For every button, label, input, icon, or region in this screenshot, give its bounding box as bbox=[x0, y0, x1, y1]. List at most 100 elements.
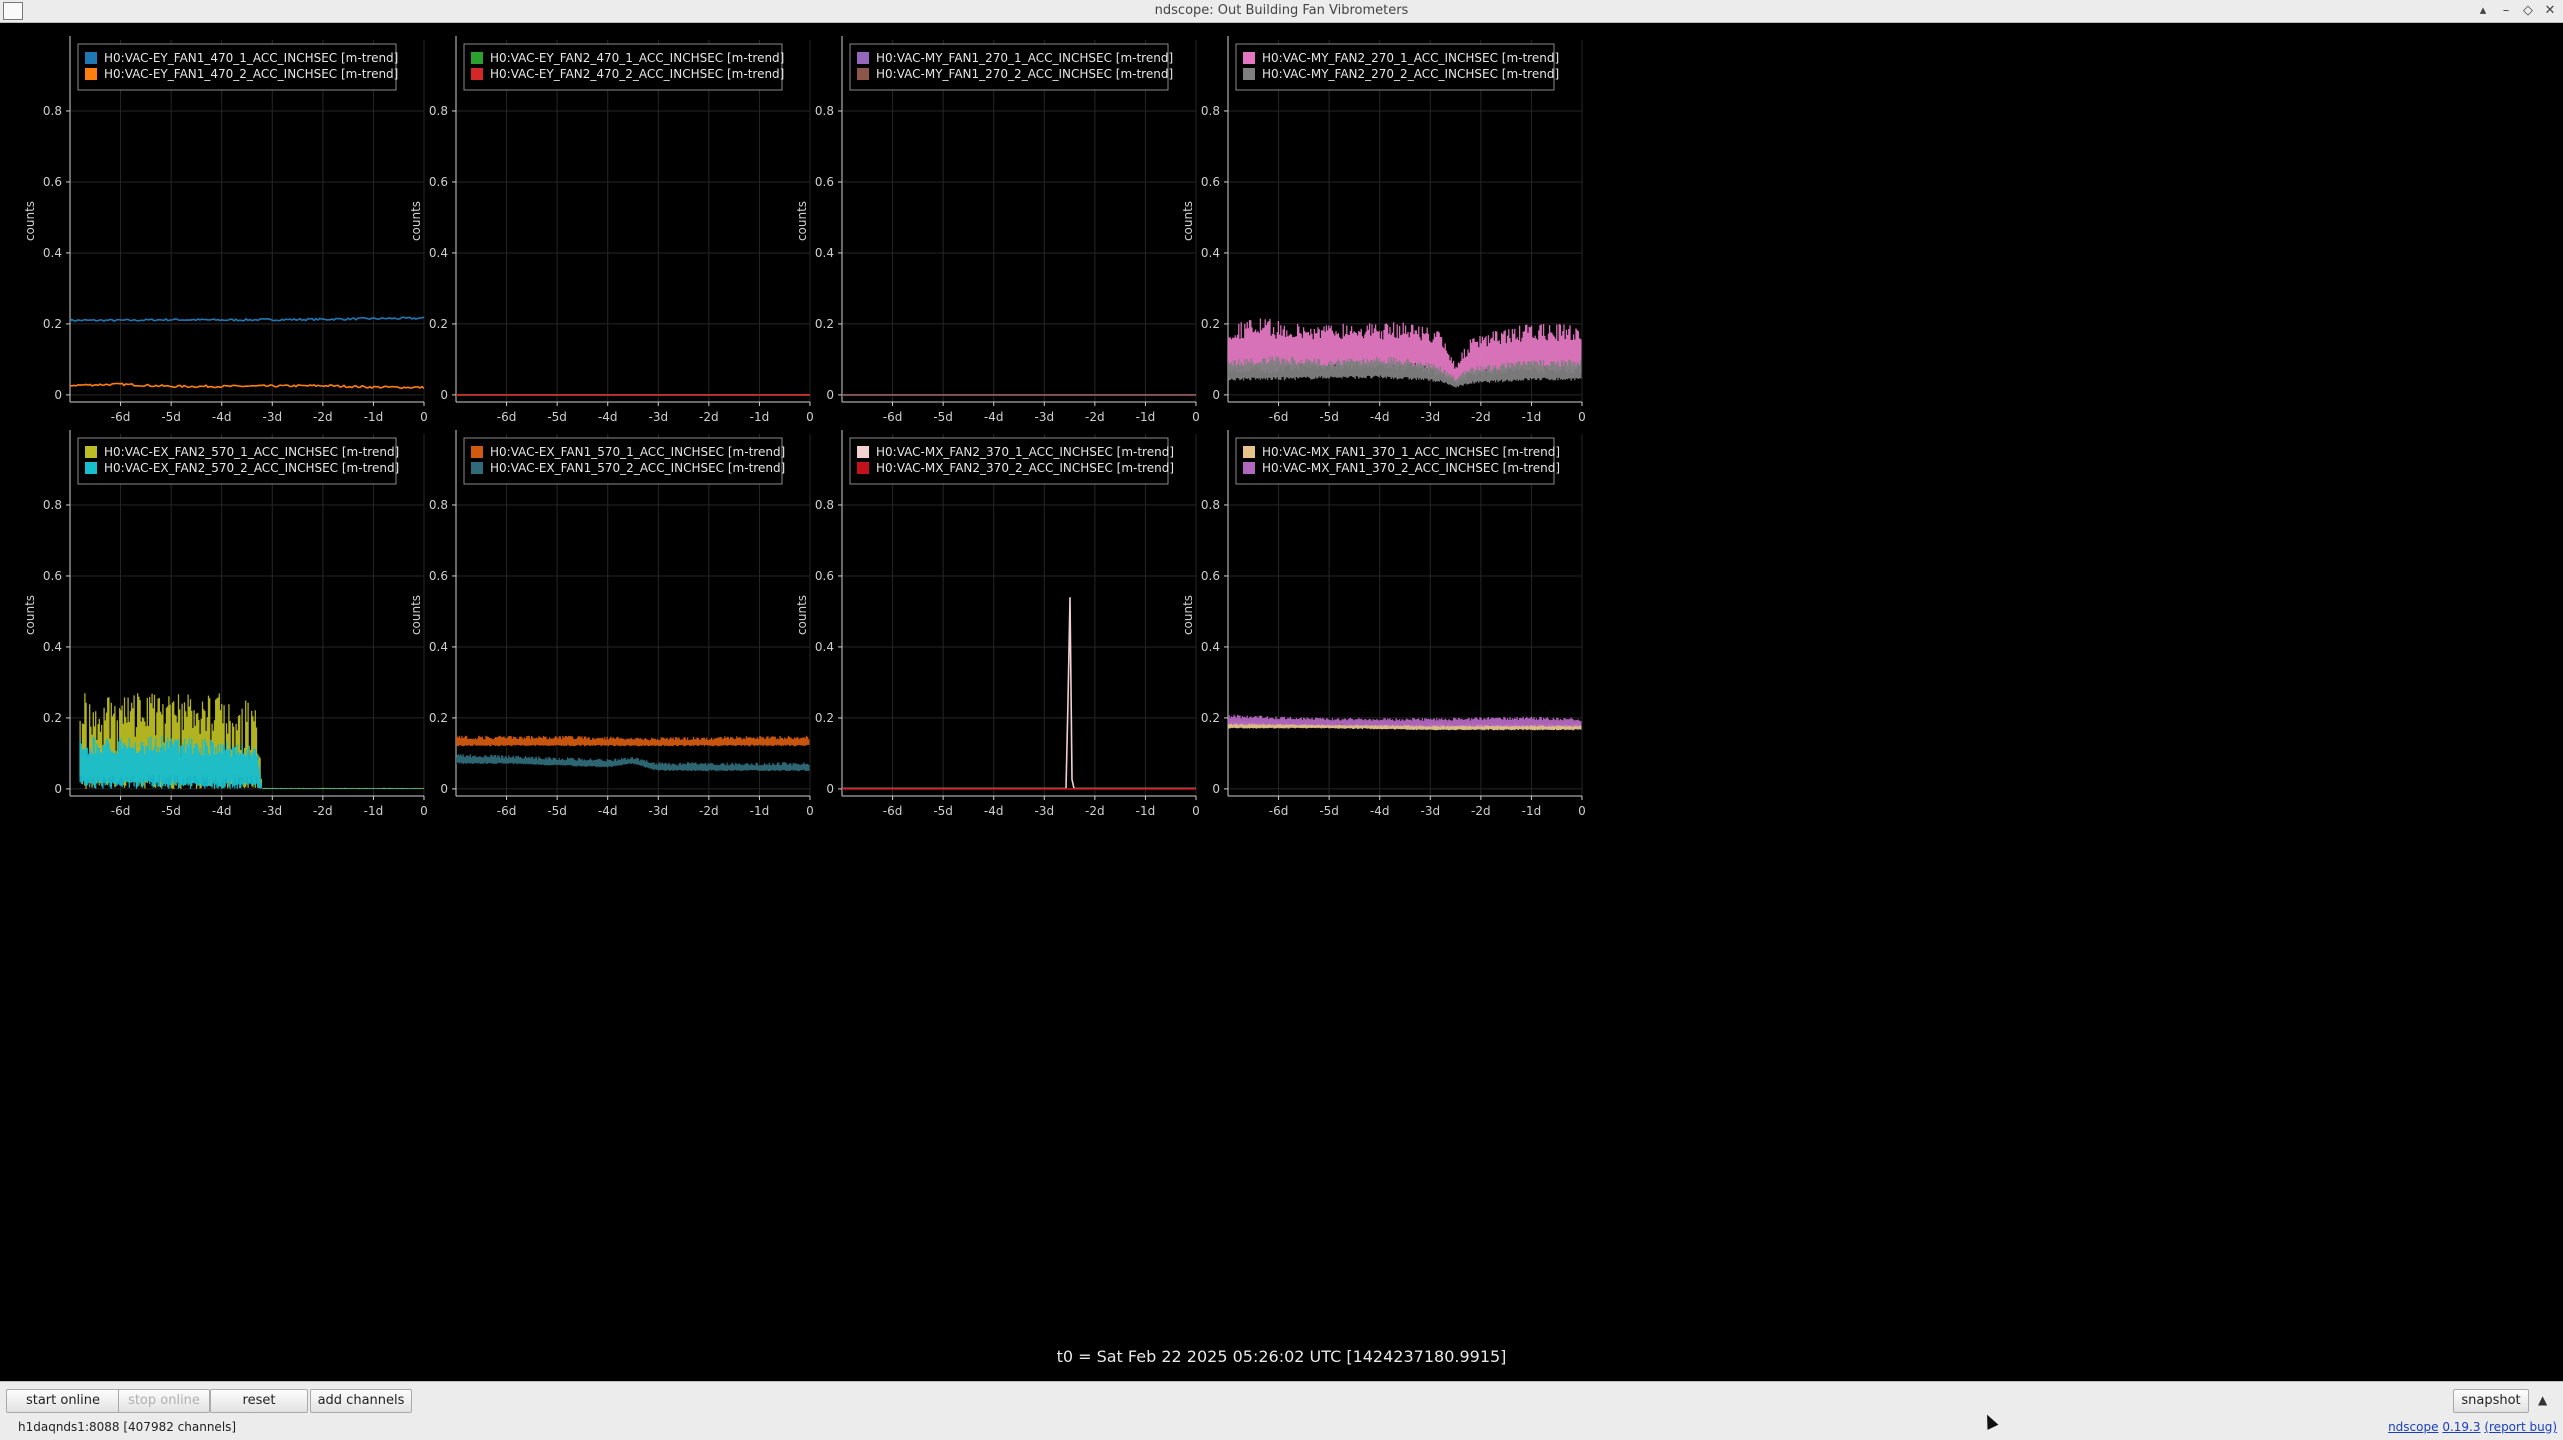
y-tick-label: 0.2 bbox=[429, 317, 448, 331]
y-tick-label: 0.8 bbox=[43, 498, 62, 512]
window-minimize-icon[interactable]: ▴ bbox=[2473, 2, 2493, 20]
legend-swatch bbox=[85, 52, 97, 64]
x-tick-label: -6d bbox=[111, 804, 131, 818]
x-tick-label: -4d bbox=[1370, 410, 1390, 424]
x-tick-label: -5d bbox=[161, 410, 181, 424]
x-tick-label: -2d bbox=[313, 804, 333, 818]
time-origin-label: t0 = Sat Feb 22 2025 05:26:02 UTC [14242… bbox=[1056, 1347, 1507, 1366]
plot-4: 0 0.2 0.4 0.6 0.8 -6d -5d -4d -3d -2d -1d 0 counts H0… bbox=[1181, 36, 1586, 424]
plot-canvas[interactable]: 0 0.2 0.4 0.6 0.8 -6d -5d -4d -3d -2d -1d 0 counts H0… bbox=[0, 24, 2563, 1344]
x-tick-label: -4d bbox=[212, 410, 232, 424]
legend-label: H0:VAC-EX_FAN1_570_2_ACC_INCHSEC [m-tren… bbox=[490, 461, 785, 475]
legend-label: H0:VAC-EY_FAN2_470_1_ACC_INCHSEC [m-tren… bbox=[490, 51, 784, 65]
y-tick-label: 0.4 bbox=[429, 246, 448, 260]
x-tick-label: -1d bbox=[1522, 410, 1542, 424]
y-tick-label: 0 bbox=[54, 388, 62, 402]
y-tick-label: 0.2 bbox=[43, 711, 62, 725]
legend-swatch bbox=[857, 52, 869, 64]
y-tick-label: 0.4 bbox=[43, 640, 62, 654]
legend-swatch bbox=[857, 446, 869, 458]
trace-group bbox=[1228, 318, 1582, 388]
legend-label: H0:VAC-EX_FAN2_570_2_ACC_INCHSEC [m-tren… bbox=[104, 461, 399, 475]
y-tick-label: 0.6 bbox=[1201, 569, 1220, 583]
legend-label: H0:VAC-MY_FAN2_270_2_ACC_INCHSEC [m-tren… bbox=[1262, 67, 1559, 81]
window-maximize-icon[interactable]: ◇ bbox=[2518, 2, 2538, 20]
y-axis-label: counts bbox=[1181, 595, 1195, 635]
legend-swatch bbox=[471, 462, 483, 474]
y-tick-label: 0.8 bbox=[429, 104, 448, 118]
y-tick-label: 0.4 bbox=[1201, 640, 1220, 654]
x-tick-label: -4d bbox=[598, 410, 618, 424]
report-bug-link[interactable]: (report bug) bbox=[2484, 1420, 2557, 1434]
app-name-link[interactable]: ndscope bbox=[2388, 1420, 2438, 1434]
x-tick-label: -5d bbox=[1319, 804, 1339, 818]
plot-grid: 0 0.2 0.4 0.6 0.8 -6d -5d -4d -3d -2d -1d 0 counts H0… bbox=[0, 24, 2563, 1344]
x-tick-label: 0 bbox=[806, 804, 814, 818]
x-tick-label: -1d bbox=[1136, 804, 1156, 818]
x-tick-label: 0 bbox=[420, 804, 428, 818]
x-tick-label: -6d bbox=[883, 804, 903, 818]
legend-swatch bbox=[1243, 462, 1255, 474]
x-tick-label: -5d bbox=[547, 410, 567, 424]
x-tick-label: -1d bbox=[364, 410, 384, 424]
y-tick-label: 0 bbox=[54, 782, 62, 796]
legend-swatch bbox=[1243, 446, 1255, 458]
x-tick-label: -2d bbox=[699, 410, 719, 424]
y-tick-label: 0.4 bbox=[429, 640, 448, 654]
y-tick-label: 0 bbox=[826, 782, 834, 796]
y-axis-label: counts bbox=[23, 595, 37, 635]
y-axis-label: counts bbox=[1181, 201, 1195, 241]
status-bar: h1daqnds1:8088 [407982 channels] ndscope… bbox=[0, 1415, 2563, 1440]
trace-H0:VAC-EY_FAN1_470_1_ACC_INCHSEC [m-trend] bbox=[70, 316, 424, 323]
y-tick-label: 0.8 bbox=[1201, 498, 1220, 512]
toolbar: start online stop online reset add chann… bbox=[0, 1381, 2563, 1416]
legend-label: H0:VAC-MX_FAN2_370_1_ACC_INCHSEC [m-tren… bbox=[876, 445, 1174, 459]
x-tick-label: 0 bbox=[806, 410, 814, 424]
y-tick-label: 0.2 bbox=[815, 317, 834, 331]
stop-online-button[interactable]: stop online bbox=[118, 1389, 210, 1413]
version-link[interactable]: 0.19.3 bbox=[2442, 1420, 2480, 1434]
window-titlebar: ndscope: Out Building Fan Vibrometers ▴ … bbox=[0, 0, 2563, 23]
x-tick-label: -6d bbox=[883, 410, 903, 424]
x-tick-label: -5d bbox=[1319, 410, 1339, 424]
x-tick-label: -2d bbox=[1085, 410, 1105, 424]
y-tick-label: 0.6 bbox=[429, 175, 448, 189]
expand-toolbar-icon[interactable]: ▲ bbox=[2538, 1393, 2547, 1407]
y-tick-label: 0.6 bbox=[815, 569, 834, 583]
legend-label: H0:VAC-EY_FAN1_470_2_ACC_INCHSEC [m-tren… bbox=[104, 67, 398, 81]
plot-1: 0 0.2 0.4 0.6 0.8 -6d -5d -4d -3d -2d -1d 0 counts H0… bbox=[23, 36, 428, 424]
legend-swatch bbox=[1243, 68, 1255, 80]
y-tick-label: 0.2 bbox=[1201, 317, 1220, 331]
legend-label: H0:VAC-EY_FAN1_470_1_ACC_INCHSEC [m-tren… bbox=[104, 51, 398, 65]
legend-swatch bbox=[857, 68, 869, 80]
x-tick-label: -6d bbox=[497, 410, 517, 424]
x-tick-label: -2d bbox=[313, 410, 333, 424]
add-channels-button[interactable]: add channels bbox=[310, 1389, 412, 1413]
legend-swatch bbox=[1243, 52, 1255, 64]
legend-label: H0:VAC-MY_FAN1_270_1_ACC_INCHSEC [m-tren… bbox=[876, 51, 1173, 65]
x-tick-label: -5d bbox=[933, 804, 953, 818]
trace-group bbox=[1228, 714, 1582, 731]
legend-label: H0:VAC-EX_FAN1_570_1_ACC_INCHSEC [m-tren… bbox=[490, 445, 785, 459]
legend-label: H0:VAC-MX_FAN1_370_1_ACC_INCHSEC [m-tren… bbox=[1262, 445, 1560, 459]
window-shade-icon[interactable]: – bbox=[2496, 2, 2516, 20]
legend-label: H0:VAC-EY_FAN2_470_2_ACC_INCHSEC [m-tren… bbox=[490, 67, 784, 81]
y-tick-label: 0.4 bbox=[43, 246, 62, 260]
y-axis-label: counts bbox=[409, 201, 423, 241]
legend-swatch bbox=[85, 68, 97, 80]
x-tick-label: -5d bbox=[547, 804, 567, 818]
x-tick-label: 0 bbox=[1192, 410, 1200, 424]
x-tick-label: -2d bbox=[699, 804, 719, 818]
channel-count: [407982 channels] bbox=[123, 1420, 237, 1434]
legend-label: H0:VAC-MX_FAN2_370_2_ACC_INCHSEC [m-tren… bbox=[876, 461, 1174, 475]
reset-button[interactable]: reset bbox=[210, 1389, 308, 1413]
start-online-button[interactable]: start online bbox=[6, 1389, 120, 1413]
trace-group bbox=[70, 316, 424, 390]
y-tick-label: 0.2 bbox=[1201, 711, 1220, 725]
snapshot-button[interactable]: snapshot bbox=[2453, 1389, 2529, 1413]
legend-swatch bbox=[471, 446, 483, 458]
y-tick-label: 0.8 bbox=[1201, 104, 1220, 118]
window-close-icon[interactable]: ✕ bbox=[2540, 2, 2560, 20]
x-tick-label: -1d bbox=[364, 804, 384, 818]
legend-label: H0:VAC-MX_FAN1_370_2_ACC_INCHSEC [m-tren… bbox=[1262, 461, 1560, 475]
